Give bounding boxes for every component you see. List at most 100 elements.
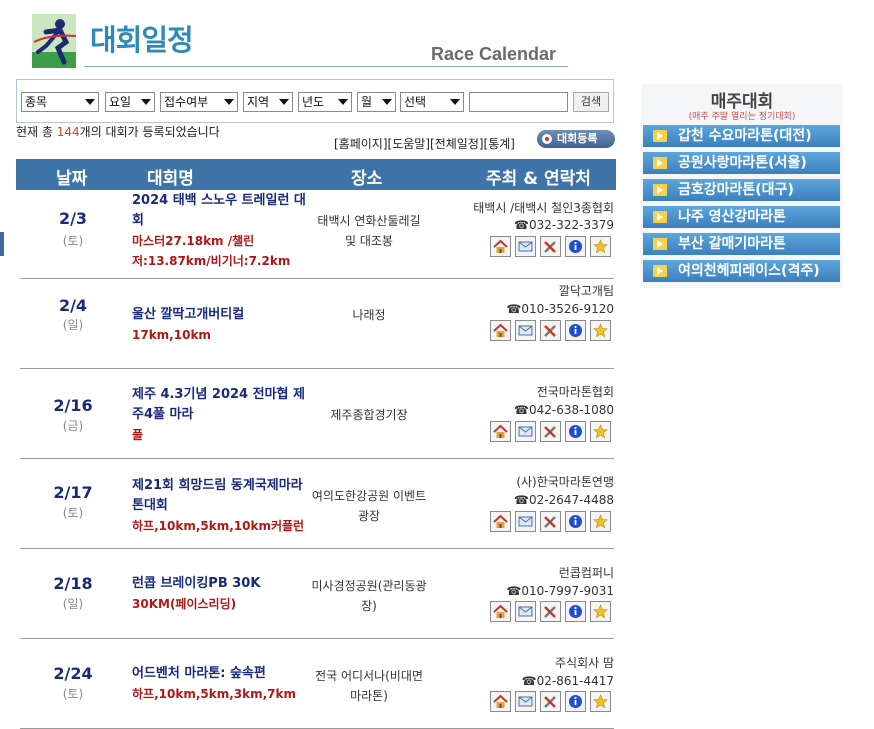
weekly-item-label: 공원사랑마라톤(서울) bbox=[678, 155, 807, 171]
race-place: 전국 어디서나(비대면 마라톤) bbox=[315, 669, 423, 703]
weekly-item[interactable]: 부산 갈매기마라톤 bbox=[643, 233, 840, 255]
race-phone: ☎02-861-4417 bbox=[521, 674, 614, 688]
table-row: 2/16 (금) 제주 4.3기념 2024 전마협 제주4풀 마라 풀 제주종합경기장… bbox=[16, 369, 616, 459]
race-organizer: 전국마라톤협회 bbox=[536, 385, 614, 399]
email-icon[interactable] bbox=[515, 421, 536, 442]
tools-icon[interactable] bbox=[540, 601, 561, 622]
race-place: 여의도한강공원 이벤트광장 bbox=[311, 489, 427, 523]
race-count: 144 bbox=[56, 125, 80, 139]
home-icon[interactable] bbox=[490, 421, 511, 442]
event-type-select[interactable]: 종목 bbox=[21, 92, 99, 112]
registration-status-select[interactable]: 접수여부 bbox=[160, 92, 238, 112]
race-weekday: (일) bbox=[62, 318, 84, 332]
email-icon[interactable] bbox=[515, 511, 536, 532]
email-icon[interactable] bbox=[515, 601, 536, 622]
weekly-item-label: 갑천 수요마라톤(대전) bbox=[678, 128, 812, 144]
race-name-link[interactable]: 런콥 브레이킹PB 30K bbox=[132, 576, 260, 591]
info-icon[interactable] bbox=[565, 320, 586, 341]
race-name-link[interactable]: 2024 태백 스노우 트레일런 대회 bbox=[132, 193, 306, 228]
star-icon[interactable] bbox=[590, 320, 611, 341]
race-date: 2/3 bbox=[58, 209, 88, 228]
search-input[interactable] bbox=[469, 92, 568, 112]
race-weekday: (일) bbox=[62, 597, 84, 611]
homepage-link[interactable]: [홈페이지] bbox=[334, 137, 388, 151]
home-icon[interactable] bbox=[490, 320, 511, 341]
weekly-item[interactable]: 여의천헤피레이스(격주) bbox=[643, 260, 840, 282]
row-action-icons bbox=[490, 511, 614, 533]
race-date: 2/17 bbox=[53, 483, 93, 502]
tools-icon[interactable] bbox=[540, 691, 561, 712]
race-phone: ☎032-322-3379 bbox=[514, 218, 614, 232]
race-place: 나래정 bbox=[352, 308, 386, 322]
table-row: 2/18 (일) 런콥 브레이킹PB 30K 30KM(페이스리딩) 미사경정공원(관리… bbox=[16, 549, 616, 639]
month-select[interactable]: 월 bbox=[357, 92, 396, 112]
race-name-cell: 제주 4.3기념 2024 전마협 제주4풀 마라 풀 bbox=[132, 385, 306, 445]
race-distance: 하프,10km,5km,10km커플런 bbox=[132, 519, 305, 533]
tools-icon[interactable] bbox=[540, 421, 561, 442]
race-name-cell: 어드벤처 마라톤: 숲속편 하프,10km,5km,3km,7km bbox=[132, 664, 306, 704]
race-place: 미사경정공원(관리동광장) bbox=[311, 579, 427, 613]
info-icon[interactable] bbox=[565, 601, 586, 622]
race-name-link[interactable]: 어드벤처 마라톤: 숲속편 bbox=[132, 666, 266, 681]
play-icon bbox=[653, 184, 667, 196]
race-name-cell: 2024 태백 스노우 트레일런 대회 마스터27.18km /챌린저:13.87… bbox=[132, 191, 306, 271]
info-icon[interactable] bbox=[565, 421, 586, 442]
page-title: 대회일정 bbox=[90, 23, 194, 57]
info-icon[interactable] bbox=[565, 236, 586, 257]
tools-icon[interactable] bbox=[540, 511, 561, 532]
tools-icon[interactable] bbox=[540, 320, 561, 341]
home-icon[interactable] bbox=[490, 511, 511, 532]
table-row: 2/4 (일) 울산 깔딱고개버티컬 17km,10km 나래정 깔닥고개팀 ☎010-35… bbox=[16, 279, 616, 369]
tools-icon[interactable] bbox=[540, 236, 561, 257]
select-label: 접수여부 bbox=[164, 95, 209, 109]
weekly-item[interactable]: 갑천 수요마라톤(대전) bbox=[643, 125, 840, 147]
help-link[interactable]: [도움말] bbox=[388, 137, 430, 151]
column-header-place: 장소 bbox=[351, 169, 383, 189]
search-filter-bar: 종목 요일 접수여부 지역 년도 월 선택 검색 bbox=[16, 79, 614, 123]
email-icon[interactable] bbox=[515, 691, 536, 712]
weekly-item-label: 나주 영산강마라톤 bbox=[678, 209, 786, 225]
star-icon[interactable] bbox=[590, 421, 611, 442]
home-icon[interactable] bbox=[490, 236, 511, 257]
race-place: 태백시 연화산둘레길 및 대조봉 bbox=[317, 214, 421, 248]
weekday-select[interactable]: 요일 bbox=[105, 92, 155, 112]
star-icon[interactable] bbox=[590, 601, 611, 622]
home-icon[interactable] bbox=[490, 601, 511, 622]
column-header-name: 대회명 bbox=[147, 169, 194, 189]
weekly-item[interactable]: 공원사랑마라톤(서울) bbox=[643, 152, 840, 174]
region-select[interactable]: 지역 bbox=[243, 92, 293, 112]
race-name-link[interactable]: 울산 깔딱고개버티컬 bbox=[132, 307, 244, 322]
year-select[interactable]: 년도 bbox=[298, 92, 352, 112]
email-icon[interactable] bbox=[515, 236, 536, 257]
play-icon bbox=[653, 211, 667, 223]
search-field-select[interactable]: 선택 bbox=[400, 92, 464, 112]
table-header: 날짜 대회명 장소 주최 & 연락처 bbox=[16, 159, 616, 190]
race-place: 제주종합경기장 bbox=[330, 408, 408, 422]
select-label: 요일 bbox=[109, 95, 132, 109]
all-schedule-link[interactable]: [전체일정] bbox=[430, 137, 484, 151]
star-icon[interactable] bbox=[590, 691, 611, 712]
stats-link[interactable]: [통계] bbox=[484, 137, 515, 151]
race-date: 2/18 bbox=[53, 574, 93, 593]
weekly-item[interactable]: 금호강마라톤(대구) bbox=[643, 179, 840, 201]
count-prefix: 현재 총 bbox=[16, 125, 57, 139]
row-action-icons bbox=[490, 236, 614, 258]
race-name-link[interactable]: 제주 4.3기념 2024 전마협 제주4풀 마라 bbox=[132, 387, 305, 422]
star-icon[interactable] bbox=[590, 511, 611, 532]
weekly-item[interactable]: 나주 영산강마라톤 bbox=[643, 206, 840, 228]
email-icon[interactable] bbox=[515, 320, 536, 341]
info-icon[interactable] bbox=[565, 691, 586, 712]
race-name-link[interactable]: 제21회 희망드림 동계국제마라톤대회 bbox=[132, 478, 303, 513]
race-weekday: (토) bbox=[62, 234, 84, 248]
logo-runner-icon bbox=[30, 12, 78, 70]
race-phone: ☎02-2647-4488 bbox=[514, 493, 614, 507]
home-icon[interactable] bbox=[490, 691, 511, 712]
info-icon[interactable] bbox=[565, 511, 586, 532]
weekly-subtitle: (매주 주말 열리는 정기대회) bbox=[688, 112, 796, 122]
register-label: 대회등록 bbox=[557, 132, 598, 145]
star-icon[interactable] bbox=[590, 236, 611, 257]
search-button[interactable]: 검색 bbox=[573, 92, 609, 112]
register-race-button[interactable]: 대회등록 bbox=[537, 130, 615, 148]
race-count-text: 현재 총 144개의 대회가 등록되었습니다 bbox=[16, 124, 248, 141]
left-edge-marker bbox=[0, 232, 4, 256]
